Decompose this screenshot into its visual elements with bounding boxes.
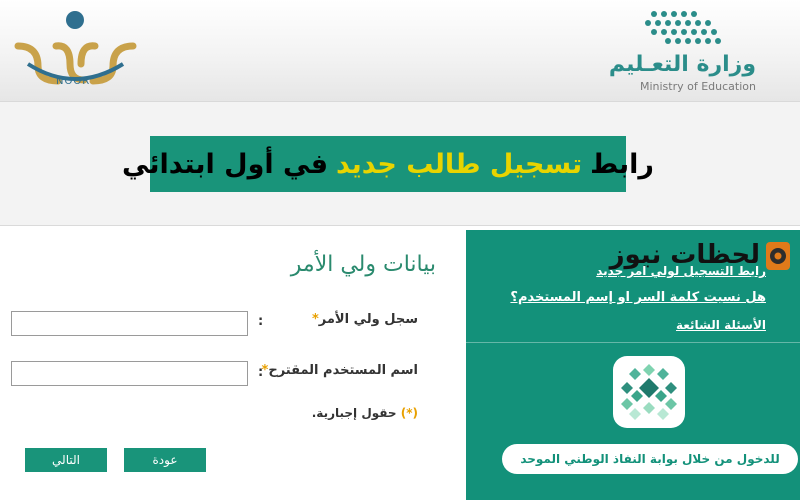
divider: [466, 342, 800, 343]
site-header: NOOR وزارة التعـليم Ministry of Educatio…: [0, 0, 800, 102]
ministry-name-english: Ministry of Education: [639, 80, 756, 93]
next-button[interactable]: التالي: [25, 448, 107, 472]
page-title: رابط تسجيل طالب جديد في أول ابتدائي: [122, 136, 654, 192]
faq-link[interactable]: الأسئلة الشائعة: [676, 318, 766, 332]
username-label: اسم المستخدم المقترح*: [261, 363, 418, 378]
back-button[interactable]: عودة: [124, 448, 206, 472]
title-band: رابط تسجيل طالب جديد في أول ابتدائي: [0, 102, 800, 226]
page: NOOR وزارة التعـليم Ministry of Educatio…: [0, 0, 800, 500]
required-fields-note: (*) حقول إجبارية.: [311, 406, 418, 420]
nafath-logo-icon: [621, 364, 677, 420]
colon: :: [258, 365, 264, 380]
section-title: بيانات ولي الأمر: [290, 252, 436, 277]
title-part-2: تسجيل طالب جديد: [336, 148, 583, 180]
nafath-login-button[interactable]: للدخول من خلال بوابة النفاذ الوطني الموح…: [502, 444, 798, 474]
forgot-password-link[interactable]: هل نسيت كلمة السر او إسم المستخدم؟: [510, 290, 766, 305]
noor-logo-text: NOOR: [56, 76, 91, 87]
brand-logo-icon: [766, 242, 790, 270]
nafath-app-icon[interactable]: [613, 356, 685, 428]
side-panel: لحظات نيوز رابط التسجيل لولي امر جديد هل…: [466, 230, 800, 500]
title-part-3: في أول ابتدائي: [122, 148, 329, 180]
ministry-name-arabic: وزارة التعـليم: [608, 52, 756, 77]
guardian-record-input[interactable]: [11, 311, 248, 336]
guardian-record-label: سجل ولي الأمر*: [311, 312, 418, 327]
colon: :: [258, 314, 264, 329]
guardian-form: بيانات ولي الأمر سجل ولي الأمر* : اسم ال…: [0, 228, 466, 500]
username-input[interactable]: [11, 361, 248, 386]
new-guardian-registration-link[interactable]: رابط التسجيل لولي امر جديد: [596, 264, 766, 278]
required-mark: *: [311, 312, 319, 327]
title-part-1: رابط: [590, 148, 654, 180]
